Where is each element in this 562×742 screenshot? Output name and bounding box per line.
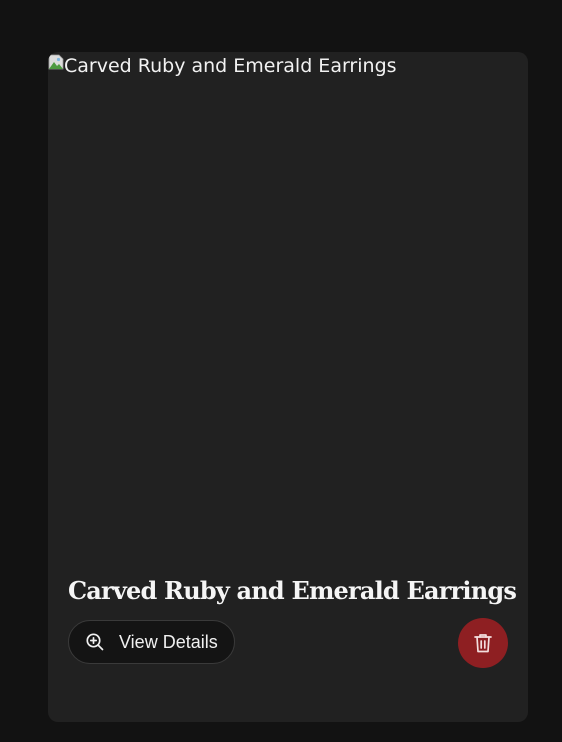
- product-card: Carved Ruby and Emerald Earrings Carved …: [48, 52, 528, 722]
- trash-icon: [473, 632, 493, 654]
- image-alt-text: Carved Ruby and Emerald Earrings: [64, 55, 397, 77]
- delete-button[interactable]: [458, 618, 508, 668]
- product-title: Carved Ruby and Emerald Earrings: [68, 576, 517, 605]
- view-details-label: View Details: [119, 631, 218, 652]
- zoom-in-icon: [85, 632, 105, 652]
- broken-image-icon: [48, 54, 64, 70]
- view-details-button[interactable]: View Details: [68, 620, 235, 664]
- product-image: Carved Ruby and Emerald Earrings: [48, 52, 397, 82]
